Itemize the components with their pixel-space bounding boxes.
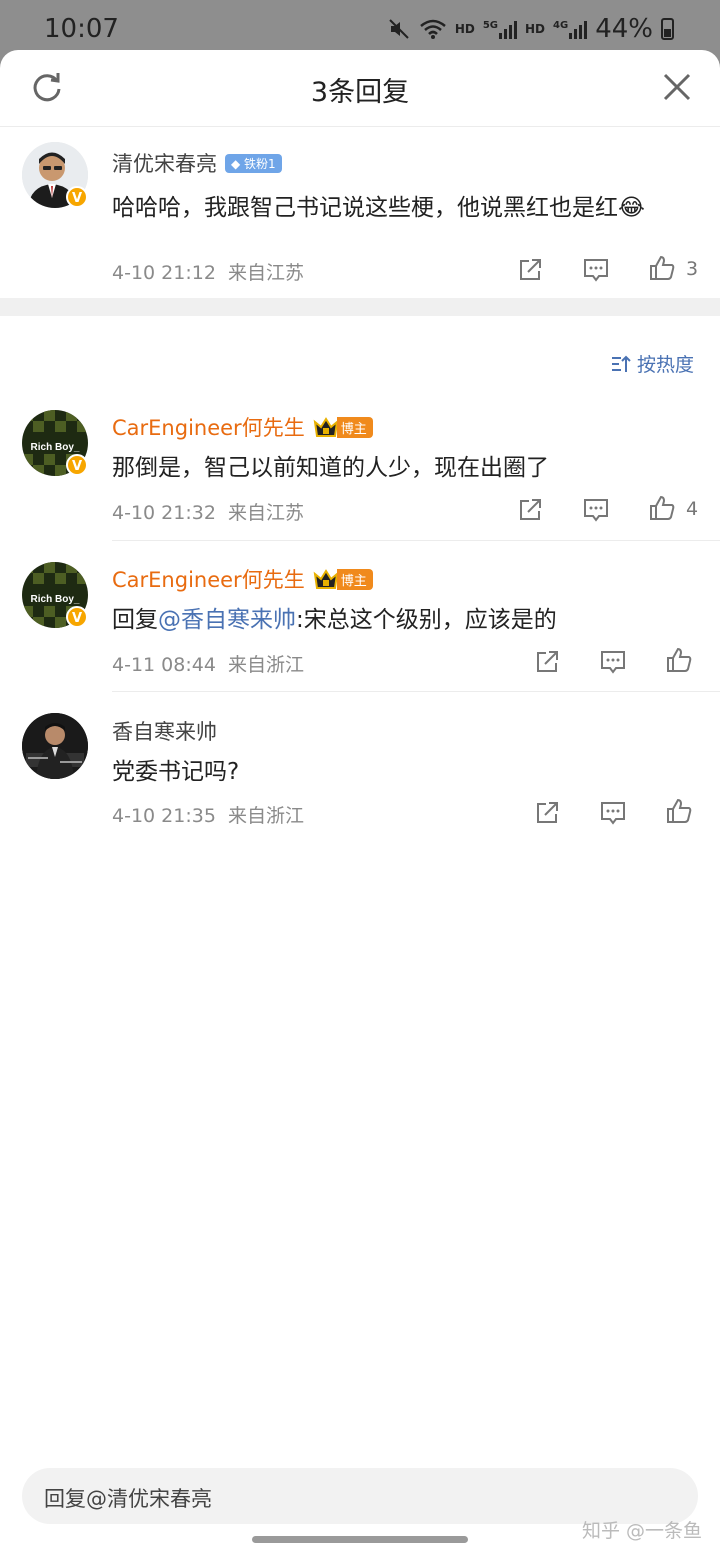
like-icon[interactable]	[665, 797, 693, 825]
laughing-emoji-icon: 😂	[618, 195, 645, 221]
sheet-title: 3条回复	[310, 77, 410, 108]
avatar[interactable]	[22, 713, 88, 779]
network-hd-1: HD	[454, 22, 475, 36]
share-icon[interactable]	[516, 256, 544, 284]
share-icon[interactable]	[516, 496, 544, 524]
section-divider	[0, 298, 720, 316]
comment-username[interactable]: 香自寒来帅	[112, 716, 217, 746]
comment-meta: 4-10 21:35 来自浙江	[112, 805, 305, 827]
like-count: 4	[686, 498, 699, 520]
comment-icon[interactable]	[599, 799, 627, 827]
sort-icon	[611, 355, 631, 372]
crown-icon	[313, 417, 339, 437]
signal-4g: 4G	[553, 19, 588, 39]
comment-text: 党委书记吗?	[112, 759, 240, 785]
comment-text: 哈哈哈，我跟智己书记说这些梗，他说黑红也是红😂	[112, 195, 645, 221]
battery-icon	[661, 18, 674, 40]
comment-username[interactable]: 清优宋春亮 ◆ 铁粉1	[112, 148, 282, 178]
divider	[112, 540, 720, 541]
comment-icon[interactable]	[582, 256, 610, 284]
verified-badge-icon: V	[66, 454, 88, 476]
replies-sheet: 3条回复 V 清优宋春亮 ◆ 铁粉1 哈哈哈，我跟智己书记说这些梗，他说黑红也是红…	[0, 50, 720, 1560]
like-count: 3	[686, 258, 699, 280]
like-icon[interactable]	[648, 254, 676, 282]
reply-input-placeholder: 回复@清优宋春亮	[44, 1487, 212, 1511]
divider	[112, 691, 720, 692]
sheet-header: 3条回复	[0, 50, 720, 127]
person-avatar-image	[22, 713, 88, 779]
signal-bars-icon	[499, 19, 518, 39]
status-bar: 10:07 HD 5G HD 4G 44%	[0, 0, 720, 56]
comment-meta: 4-10 21:32 来自江苏	[112, 502, 305, 524]
comment-icon[interactable]	[599, 648, 627, 676]
status-time: 10:07	[44, 14, 119, 44]
wifi-icon	[420, 19, 446, 39]
blogger-badge: 博主	[313, 416, 373, 438]
comment-username[interactable]: CarEngineer何先生 博主	[112, 412, 373, 442]
comment-text: 回复@香自寒来帅:宋总这个级别，应该是的	[112, 607, 557, 633]
comment-meta: 4-11 08:44 来自浙江	[112, 654, 305, 676]
share-icon[interactable]	[533, 799, 561, 827]
comment-username[interactable]: CarEngineer何先生 博主	[112, 564, 373, 594]
share-icon[interactable]	[533, 648, 561, 676]
comment-meta: 4-10 21:12 来自江苏	[112, 262, 305, 284]
like-icon[interactable]	[665, 646, 693, 674]
network-hd-2: HD	[525, 22, 546, 36]
like-icon[interactable]	[648, 494, 676, 522]
crown-icon	[313, 569, 339, 589]
signal-bars-icon	[569, 19, 588, 39]
svg-text:Rich Boy_: Rich Boy_	[31, 442, 80, 453]
comment-text: 那倒是，智己以前知道的人少，现在出圈了	[112, 455, 549, 481]
mention-link[interactable]: @香自寒来帅	[158, 607, 296, 633]
status-icons: HD 5G HD 4G 44%	[387, 14, 674, 44]
watermark: 知乎 @一条鱼	[581, 1520, 702, 1542]
mute-icon	[389, 19, 409, 39]
verified-badge-icon: V	[66, 606, 88, 628]
battery-percent: 44%	[595, 14, 653, 44]
comment-icon[interactable]	[582, 496, 610, 524]
sort-by-hot-button[interactable]: 按热度	[611, 350, 694, 377]
verified-badge-icon: V	[66, 186, 88, 208]
close-icon[interactable]	[662, 72, 692, 102]
svg-text:Rich Boy_: Rich Boy_	[31, 594, 80, 605]
blogger-badge: 博主	[313, 568, 373, 590]
home-indicator[interactable]	[252, 1536, 468, 1543]
fan-badge: ◆ 铁粉1	[225, 153, 282, 173]
signal-5g: 5G	[483, 19, 518, 39]
